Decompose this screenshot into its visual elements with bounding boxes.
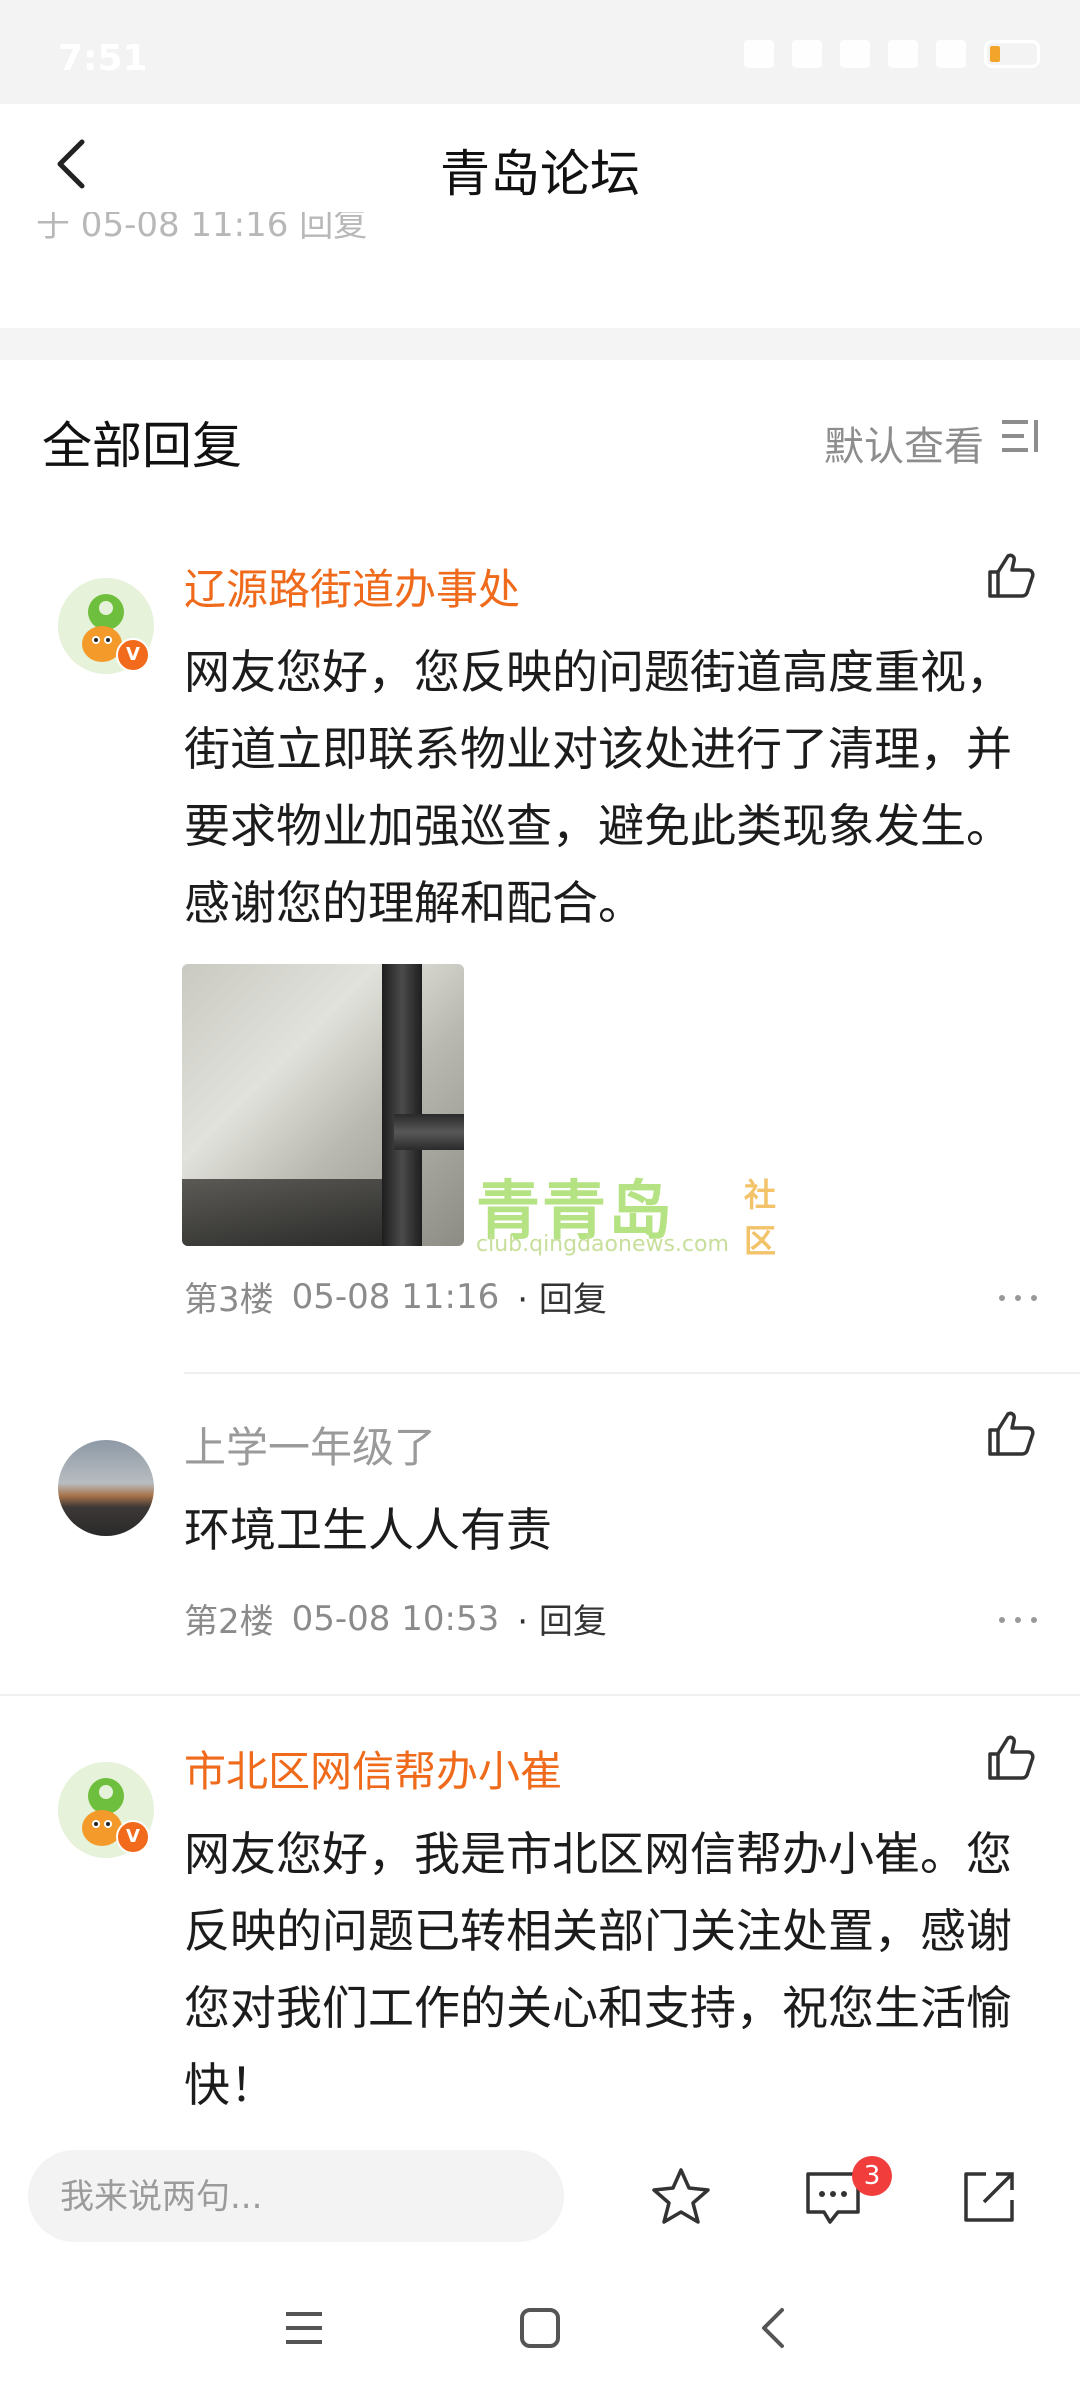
section-separator — [0, 328, 1080, 360]
avatar[interactable] — [58, 1440, 154, 1536]
status-bar: 7:51 — [0, 0, 1080, 104]
comment-username[interactable]: 辽源路街道办事处 — [184, 556, 520, 617]
comment-divider — [0, 1694, 1080, 1696]
previous-post-meta: 于 05-08 11:16 回复 — [36, 212, 368, 245]
back-icon[interactable] — [744, 2300, 804, 2356]
comment-time: 05-08 11:16 — [291, 1276, 500, 1317]
more-icon[interactable] — [996, 1610, 1040, 1630]
watermark-sub: 社区 — [744, 1176, 777, 1260]
bottom-action-bar: 3 — [0, 2136, 1080, 2256]
menu-icon[interactable] — [274, 2300, 334, 2356]
comment-meta: 第3楼 05-08 11:16 · 回复 — [184, 1272, 607, 1321]
comment-username[interactable]: 上学一年级了 — [184, 1414, 436, 1475]
mute-icon — [792, 40, 822, 68]
comment-time: 05-08 10:53 — [291, 1598, 500, 1639]
site-watermark: 青青岛 社区 club.qingdaonews.com — [476, 1160, 776, 1260]
share-icon[interactable] — [956, 2164, 1022, 2230]
star-icon[interactable] — [648, 2164, 714, 2230]
home-icon[interactable] — [510, 2300, 570, 2356]
comment-content: 环境卫生人人有责 — [184, 1503, 552, 1557]
comment-input-box[interactable] — [28, 2150, 564, 2244]
watermark-url: club.qingdaonews.com — [476, 1232, 729, 1257]
battery-icon — [984, 40, 1040, 68]
verified-badge: V — [116, 1820, 150, 1854]
status-icons — [744, 40, 1040, 68]
reply-button[interactable]: · 回复 — [517, 1272, 607, 1321]
thumbs-up-icon[interactable] — [982, 1406, 1038, 1462]
floor-number: 第3楼 — [184, 1280, 274, 1320]
wifi-icon — [936, 40, 966, 68]
reply-button[interactable]: · 回复 — [517, 1594, 607, 1643]
replies-title: 全部回复 — [42, 417, 242, 475]
status-time: 7:51 — [58, 38, 148, 79]
comment-content: 网友您好，我是市北区网信帮办小崔。您反映的问题已转相关部门关注处置，感谢您对我们… — [184, 1827, 1012, 2112]
signal-2-icon — [888, 40, 918, 68]
comment-divider — [184, 1372, 1080, 1374]
page-title: 青岛论坛 — [440, 145, 640, 203]
thumbs-up-icon[interactable] — [982, 548, 1038, 604]
replies-header: 全部回复 默认查看 — [0, 360, 1080, 510]
sort-dropdown[interactable]: 默认查看 — [824, 414, 984, 472]
thumbs-up-icon[interactable] — [982, 1730, 1038, 1786]
nav-bar: 青岛论坛 — [0, 104, 1080, 224]
system-nav-bar — [0, 2256, 1080, 2400]
comment-username[interactable]: 市北区网信帮办小崔 — [184, 1738, 562, 1799]
comment-image[interactable] — [182, 964, 464, 1246]
signal-icon — [840, 40, 870, 68]
floor-number: 第2楼 — [184, 1602, 274, 1642]
bluetooth-icon — [744, 40, 774, 68]
comment-meta: 第2楼 05-08 10:53 · 回复 — [184, 1594, 607, 1643]
comment-count-badge: 3 — [852, 2156, 892, 2196]
more-icon[interactable] — [996, 1288, 1040, 1308]
comment-input[interactable] — [58, 2150, 542, 2244]
verified-badge: V — [116, 638, 150, 672]
comment-content: 网友您好，您反映的问题街道高度重视，街道立即联系物业对该处进行了清理，并要求物业… — [184, 645, 1012, 930]
sort-icon[interactable] — [998, 416, 1042, 456]
